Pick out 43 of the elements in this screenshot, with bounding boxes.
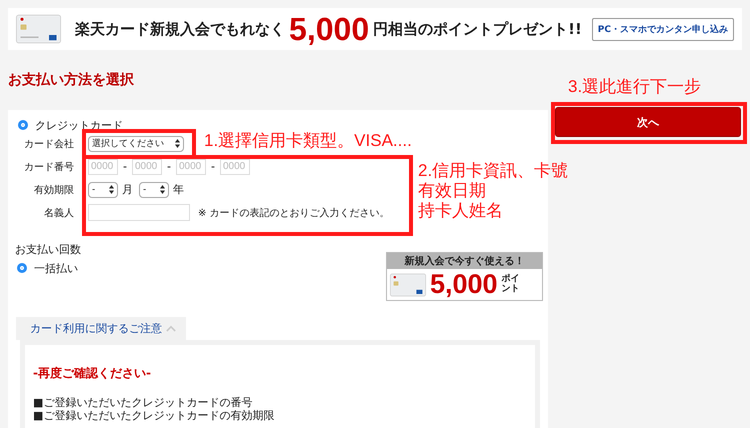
tab-label: カード利用に関するご注意 <box>30 321 162 336</box>
year-unit: 年 <box>173 182 184 197</box>
banner-text: 円相当のポイントプレゼント!! <box>373 20 582 38</box>
separator-text: - <box>166 160 171 173</box>
banner-amount: 5,000 <box>289 13 370 45</box>
banner-text: 楽天カード新規入会でもれなく <box>75 20 286 38</box>
month-unit: 月 <box>122 182 133 197</box>
year-select[interactable]: - <box>139 182 169 198</box>
next-button[interactable]: 次へ <box>555 107 741 137</box>
updown-arrows-icon <box>175 139 180 148</box>
radio-label: 一括払い <box>34 260 78 276</box>
radio-button[interactable] <box>18 120 28 130</box>
notice-text: ■ご登録いただいたクレジットカードの番号 <box>33 396 254 409</box>
card-number-field[interactable]: 0000 <box>176 158 206 174</box>
page-title: お支払い方法を選択 <box>8 71 134 89</box>
radio-button[interactable] <box>17 263 27 273</box>
promo-amount: 5,000 <box>430 271 498 298</box>
field-label: カード番号 <box>23 160 74 174</box>
updown-arrows-icon <box>160 185 165 194</box>
card-number-field[interactable]: 0000 <box>132 158 162 174</box>
hint-text: ※ カードの表記のとおりご入力ください。 <box>198 206 390 220</box>
credit-card-icon <box>390 272 426 296</box>
field-label: 名義人 <box>43 206 74 220</box>
promo-unit: ポイント <box>502 274 520 294</box>
field-label: 有効期限 <box>33 184 74 196</box>
card-number-field[interactable]: 0000 <box>88 158 118 174</box>
section-label: お支払い回数 <box>15 242 81 257</box>
annotation-text: 1.選擇信用卡類型。VISA.... <box>204 131 412 151</box>
separator-text: - <box>210 160 215 173</box>
name-field[interactable] <box>88 204 190 221</box>
promo-heading: 新規入会で今すぐ使える！ <box>387 253 542 269</box>
field-label: カード会社 <box>23 138 74 150</box>
annotation-text: 3.選此進行下一步 <box>568 77 702 97</box>
annotation-text: 2.信用卡資訊、卡號 有效日期 持卡人姓名 <box>418 161 568 221</box>
card-company-select[interactable]: 選択してください <box>88 136 184 152</box>
card-number-field[interactable]: 0000 <box>220 158 250 174</box>
updown-arrows-icon <box>109 185 114 194</box>
notice-tab[interactable]: カード利用に関するご注意 <box>16 317 186 340</box>
separator-text: - <box>123 160 127 173</box>
notice-heading: -再度ご確認ください- <box>33 365 152 382</box>
apply-button[interactable]: PC・スマホでカンタン申し込み <box>592 18 734 40</box>
month-select[interactable]: - <box>88 182 118 198</box>
notice-text: ■ご登録いただいたクレジットカードの有効期限 <box>33 409 276 422</box>
